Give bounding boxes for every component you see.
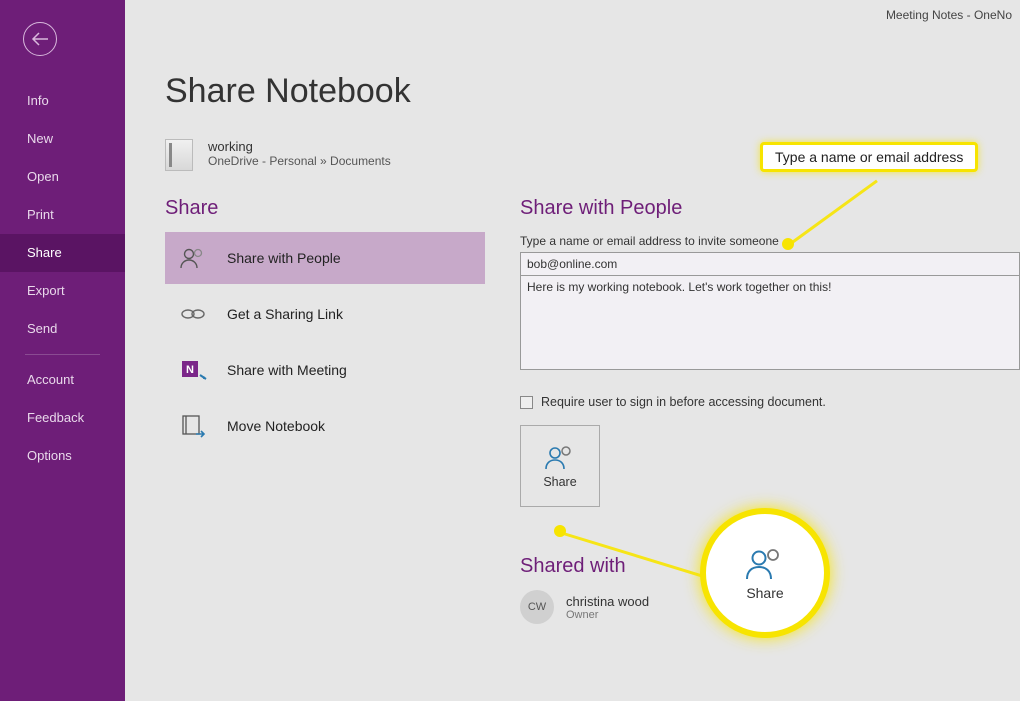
people-icon [177, 242, 209, 274]
move-notebook-icon [177, 410, 209, 442]
avatar: CW [520, 590, 554, 624]
invite-message-input[interactable] [520, 276, 1020, 370]
shared-user-name: christina wood [566, 594, 649, 609]
page-title: Share Notebook [165, 72, 1020, 111]
notebook-path: OneDrive - Personal » Documents [208, 154, 391, 168]
sidebar-item-account[interactable]: Account [0, 361, 125, 399]
option-label: Share with People [227, 250, 341, 266]
require-signin-checkbox[interactable] [520, 396, 533, 409]
share-heading: Share [165, 197, 485, 220]
link-icon [177, 298, 209, 330]
sidebar-item-send[interactable]: Send [0, 310, 125, 348]
option-sharing-link[interactable]: Get a Sharing Link [165, 288, 485, 340]
require-signin-label: Require user to sign in before accessing… [541, 395, 826, 409]
callout-dot [782, 238, 794, 250]
onenote-meeting-icon: N [177, 354, 209, 386]
notebook-name: working [208, 139, 391, 154]
svg-text:N: N [186, 364, 194, 376]
back-arrow-icon [31, 32, 49, 46]
share-button-label: Share [543, 475, 576, 489]
option-share-meeting[interactable]: N Share with Meeting [165, 344, 485, 396]
sidebar-item-print[interactable]: Print [0, 196, 125, 234]
file-sidebar: Info New Open Print Share Export Send Ac… [0, 0, 125, 701]
option-label: Share with Meeting [227, 362, 347, 378]
sidebar-item-export[interactable]: Export [0, 272, 125, 310]
sidebar-item-info[interactable]: Info [0, 82, 125, 120]
window-title: Meeting Notes - OneNo [886, 8, 1012, 22]
invite-email-input[interactable] [520, 252, 1020, 276]
callout-share-label: Share [746, 585, 783, 601]
notebook-icon [165, 139, 193, 171]
option-move-notebook[interactable]: Move Notebook [165, 400, 485, 452]
people-icon [543, 443, 577, 471]
share-with-people-heading: Share with People [520, 197, 1020, 220]
option-share-with-people[interactable]: Share with People [165, 232, 485, 284]
option-label: Get a Sharing Link [227, 306, 343, 322]
option-label: Move Notebook [227, 418, 325, 434]
share-button[interactable]: Share [520, 425, 600, 507]
callout-share-circle: Share [700, 508, 830, 638]
callout-dot [554, 525, 566, 537]
sidebar-item-share[interactable]: Share [0, 234, 125, 272]
sidebar-item-new[interactable]: New [0, 120, 125, 158]
callout-email-hint: Type a name or email address [760, 142, 978, 172]
people-icon [743, 545, 787, 581]
back-button[interactable] [23, 22, 57, 56]
shared-user-role: Owner [566, 609, 649, 621]
invite-hint: Type a name or email address to invite s… [520, 234, 779, 248]
sidebar-item-feedback[interactable]: Feedback [0, 399, 125, 437]
sidebar-item-open[interactable]: Open [0, 158, 125, 196]
sidebar-separator [25, 354, 100, 355]
sidebar-item-options[interactable]: Options [0, 437, 125, 475]
